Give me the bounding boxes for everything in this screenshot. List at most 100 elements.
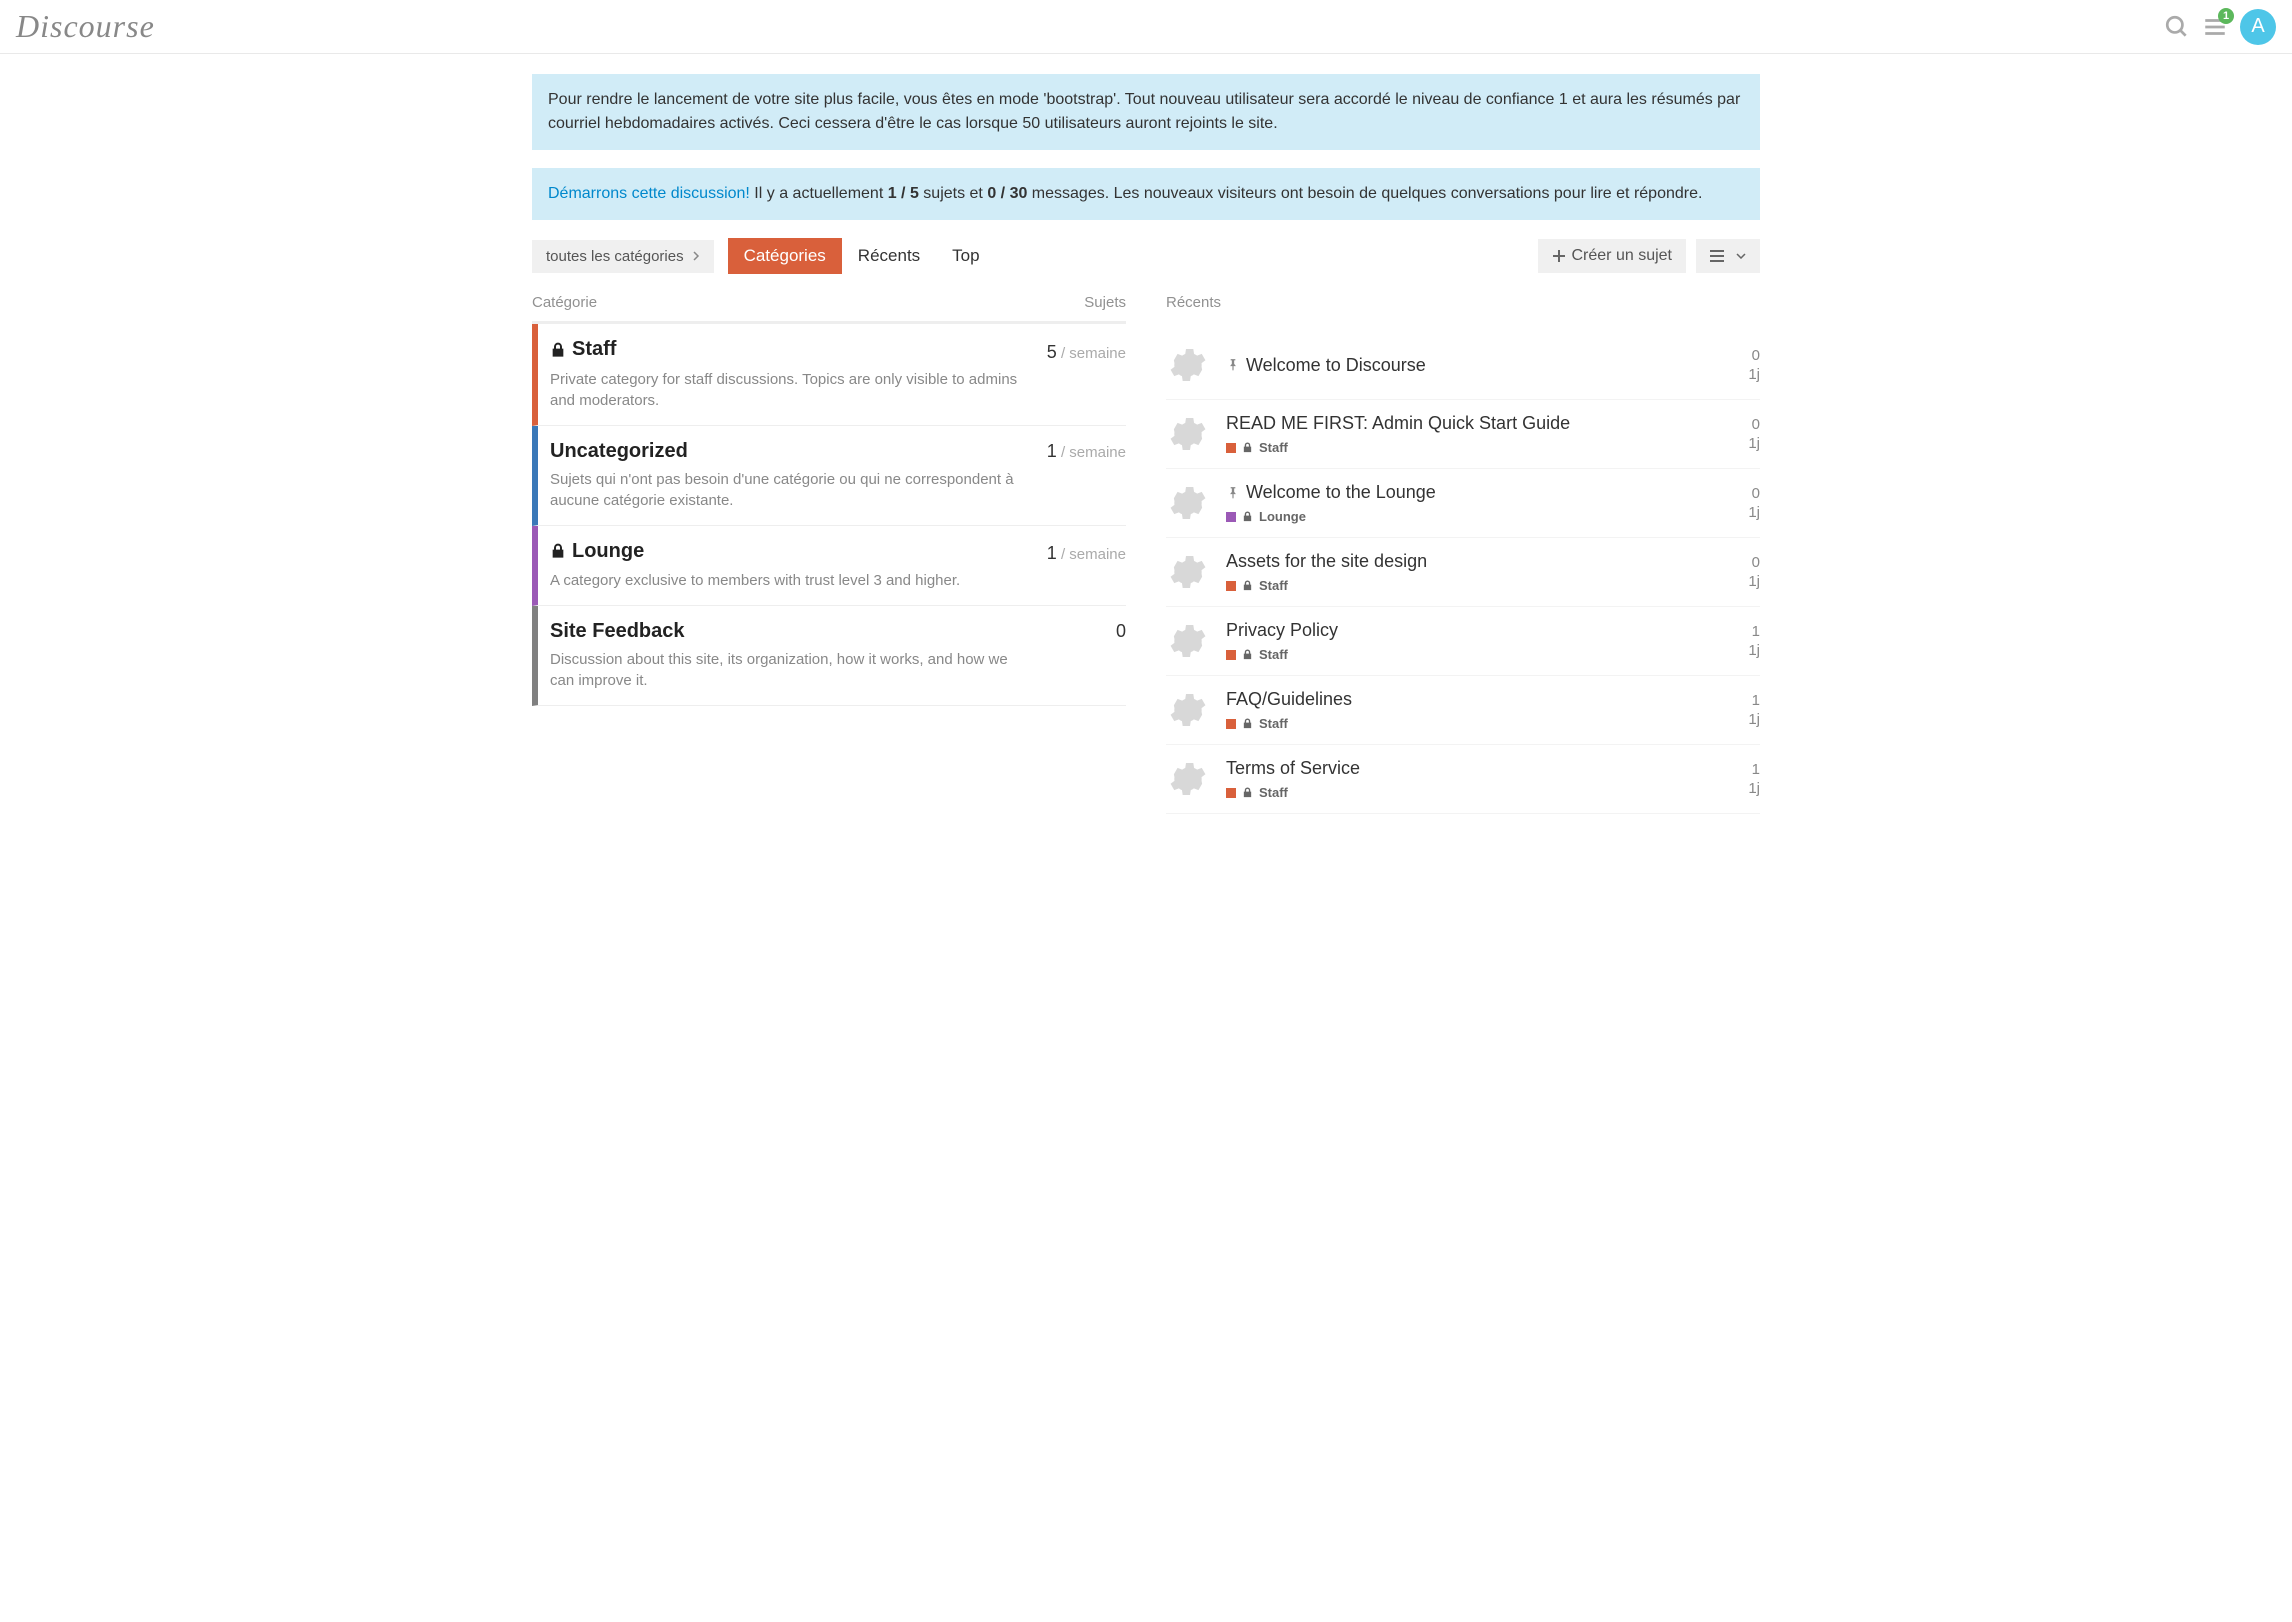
topic-replies: 0: [1748, 553, 1760, 573]
create-topic-button[interactable]: Créer un sujet: [1538, 239, 1687, 273]
topic-category-name: Staff: [1259, 440, 1288, 455]
topic-category-name: Staff: [1259, 716, 1288, 731]
topic-category-badge: Staff: [1226, 440, 1732, 455]
topic-category-badge: Staff: [1226, 785, 1732, 800]
topic-title: Assets for the site design: [1226, 551, 1732, 572]
topic-age: 1j: [1748, 503, 1760, 523]
category-color-square: [1226, 512, 1236, 522]
category-title: Site Feedback: [550, 620, 685, 643]
chevron-right-icon: [692, 251, 700, 261]
category-period: / semaine: [1057, 444, 1126, 461]
topic-row[interactable]: Welcome to Discourse 01j: [1166, 331, 1760, 400]
category-count: 1: [1047, 543, 1057, 563]
recent-header: Récents: [1166, 294, 1760, 331]
nav-row: toutes les catégories Catégories Récents…: [532, 238, 1760, 274]
topic-age: 1j: [1748, 572, 1760, 592]
topic-replies: 1: [1748, 760, 1760, 780]
category-row[interactable]: Site Feedback 0 Discussion about this site…: [532, 606, 1126, 706]
category-description: Private category for staff discussions. …: [550, 369, 1030, 411]
topic-category-badge: Lounge: [1226, 509, 1732, 524]
category-title: Uncategorized: [550, 440, 688, 463]
topic-replies: 1: [1748, 622, 1760, 642]
notification-badge: 1: [2218, 8, 2234, 24]
start-discussion-link[interactable]: Démarrons cette discussion!: [548, 185, 750, 202]
topic-stats: 01j: [1748, 553, 1760, 592]
lock-icon: [1242, 718, 1253, 729]
tab-recent[interactable]: Récents: [842, 238, 936, 274]
topic-category-badge: Staff: [1226, 647, 1732, 662]
alert-text: sujets et: [919, 185, 987, 202]
lock-icon: [1242, 787, 1253, 798]
caret-down-icon: [1736, 253, 1746, 259]
category-name: Uncategorized: [550, 440, 688, 463]
tab-top[interactable]: Top: [936, 238, 995, 274]
gear-icon: [1166, 343, 1210, 387]
alert-text: Il y a actuellement: [750, 185, 888, 202]
category-description: Sujets qui n'ont pas besoin d'une catégo…: [550, 469, 1030, 511]
tab-categories[interactable]: Catégories: [728, 238, 842, 274]
lock-icon: [1242, 649, 1253, 660]
gear-icon: [1166, 688, 1210, 732]
col-label-recent: Récents: [1166, 294, 1221, 311]
topic-row[interactable]: Assets for the site design Staff 01j: [1166, 538, 1760, 607]
categories-header: Catégorie Sujets: [532, 294, 1126, 324]
topic-stats: 01j: [1748, 346, 1760, 385]
topic-category-name: Staff: [1259, 785, 1288, 800]
topic-title-text: FAQ/Guidelines: [1226, 689, 1352, 710]
category-color-square: [1226, 788, 1236, 798]
category-stats: 5 / semaine: [1047, 342, 1126, 363]
topic-row[interactable]: READ ME FIRST: Admin Quick Start Guide St…: [1166, 400, 1760, 469]
topic-row[interactable]: Welcome to the LoungeLounge01j: [1166, 469, 1760, 538]
topic-age: 1j: [1748, 434, 1760, 454]
lock-icon: [1242, 580, 1253, 591]
search-icon[interactable]: [2164, 14, 2190, 40]
topic-title-text: READ ME FIRST: Admin Quick Start Guide: [1226, 413, 1570, 434]
category-name: Site Feedback: [550, 620, 685, 643]
topic-stats: 11j: [1748, 691, 1760, 730]
category-name: Lounge: [572, 540, 644, 563]
topic-category-name: Staff: [1259, 578, 1288, 593]
category-row[interactable]: Uncategorized 1 / semaine Sujets qui n'ont…: [532, 426, 1126, 526]
alert-count: 0 / 30: [987, 185, 1027, 202]
topic-title-text: Welcome to Discourse: [1246, 355, 1426, 376]
topic-row[interactable]: Terms of Service Staff 11j: [1166, 745, 1760, 814]
topic-title: Terms of Service: [1226, 758, 1732, 779]
topic-category-name: Lounge: [1259, 509, 1306, 524]
category-stats: 1 / semaine: [1047, 441, 1126, 462]
category-row[interactable]: Staff 5 / semaine Private category for sta…: [532, 324, 1126, 426]
topic-stats: 01j: [1748, 415, 1760, 454]
topic-stats: 11j: [1748, 760, 1760, 799]
category-count: 1: [1047, 441, 1057, 461]
gear-icon: [1166, 550, 1210, 594]
topic-row[interactable]: FAQ/Guidelines Staff 11j: [1166, 676, 1760, 745]
category-stats: 0: [1116, 621, 1126, 642]
topic-title: FAQ/Guidelines: [1226, 689, 1732, 710]
topic-age: 1j: [1748, 641, 1760, 661]
col-label-category: Catégorie: [532, 294, 597, 311]
recent-column: Récents Welcome to Discourse01jREAD ME F…: [1166, 294, 1760, 814]
topic-replies: 0: [1748, 346, 1760, 366]
category-title: Lounge: [550, 540, 644, 563]
hamburger-menu-icon[interactable]: 1: [2202, 14, 2228, 40]
category-row[interactable]: Lounge1 / semaineA category exclusive to…: [532, 526, 1126, 607]
site-logo[interactable]: Discourse: [16, 8, 155, 45]
category-dropdown[interactable]: toutes les catégories: [532, 240, 714, 273]
topic-title-text: Terms of Service: [1226, 758, 1360, 779]
header-actions: 1 A: [2164, 9, 2276, 45]
gear-icon: [1166, 412, 1210, 456]
col-label-topics: Sujets: [1084, 294, 1126, 311]
category-name: Staff: [572, 338, 616, 361]
category-title: Staff: [550, 338, 616, 361]
topic-age: 1j: [1748, 779, 1760, 799]
topic-age: 1j: [1748, 710, 1760, 730]
avatar[interactable]: A: [2240, 9, 2276, 45]
category-count: 0: [1116, 621, 1126, 641]
topic-category-badge: Staff: [1226, 578, 1732, 593]
topic-title: Privacy Policy: [1226, 620, 1732, 641]
category-description: Discussion about this site, its organiza…: [550, 649, 1030, 691]
view-options-button[interactable]: [1696, 239, 1760, 273]
topic-stats: 01j: [1748, 484, 1760, 523]
topic-row[interactable]: Privacy Policy Staff 11j: [1166, 607, 1760, 676]
topic-stats: 11j: [1748, 622, 1760, 661]
category-color-square: [1226, 443, 1236, 453]
